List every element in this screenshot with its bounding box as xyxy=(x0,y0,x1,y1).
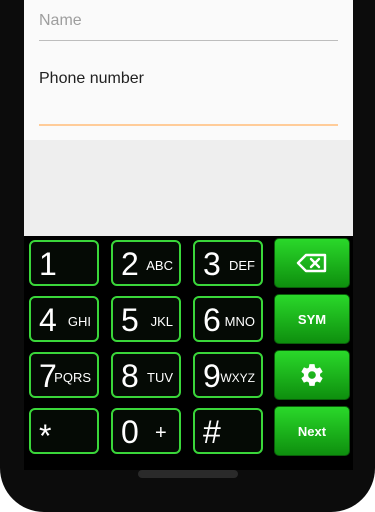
name-field[interactable] xyxy=(39,12,338,41)
key-1[interactable]: 1 xyxy=(29,240,99,286)
key-letters: PQRS xyxy=(54,370,91,385)
settings-button[interactable] xyxy=(274,350,350,400)
key-digit: 6 xyxy=(203,302,221,338)
key-letters: MNO xyxy=(224,314,255,329)
key-letters: TUV xyxy=(147,370,173,385)
key-6[interactable]: 6 MNO xyxy=(193,296,263,342)
screen: Phone number 1 2 ABC 3 DEF xyxy=(24,0,353,470)
phone-number-field[interactable] xyxy=(39,96,338,126)
key-digit: # xyxy=(203,414,221,450)
key-4[interactable]: 4 GHI xyxy=(29,296,99,342)
content-background xyxy=(24,140,353,236)
next-button[interactable]: Next xyxy=(274,406,350,456)
key-letters: WXYZ xyxy=(220,371,255,385)
key-digit: 3 xyxy=(203,246,221,282)
backspace-icon xyxy=(296,253,327,273)
next-label: Next xyxy=(297,423,327,439)
key-digit: 2 xyxy=(121,246,139,282)
key-digit: 4 xyxy=(39,302,57,338)
key-0[interactable]: 0 + xyxy=(111,408,181,454)
phone-number-label: Phone number xyxy=(39,70,144,87)
key-hash[interactable]: # xyxy=(193,408,263,454)
key-9[interactable]: 9 WXYZ xyxy=(193,352,263,398)
key-8[interactable]: 8 TUV xyxy=(111,352,181,398)
numeric-keyboard: 1 2 ABC 3 DEF 4 GHI 5 JKL 6 MNO SYM 7 PQ… xyxy=(24,236,353,470)
key-2[interactable]: 2 ABC xyxy=(111,240,181,286)
key-3[interactable]: 3 DEF xyxy=(193,240,263,286)
key-digit: 1 xyxy=(39,246,57,282)
contact-form: Phone number xyxy=(24,0,353,140)
sym-button[interactable]: SYM xyxy=(274,294,350,344)
key-star[interactable]: * xyxy=(29,408,99,454)
key-letters: JKL xyxy=(150,314,173,329)
name-input[interactable] xyxy=(39,12,338,30)
sym-label: SYM xyxy=(297,311,327,327)
phone-device: Phone number 1 2 ABC 3 DEF xyxy=(0,0,375,512)
key-letters: DEF xyxy=(229,258,255,273)
key-5[interactable]: 5 JKL xyxy=(111,296,181,342)
key-digit: 8 xyxy=(121,358,139,394)
phone-number-input[interactable] xyxy=(39,96,338,122)
backspace-button[interactable] xyxy=(274,238,350,288)
key-7[interactable]: 7 PQRS xyxy=(29,352,99,398)
gear-icon xyxy=(301,364,323,386)
key-digit: 5 xyxy=(121,302,139,338)
key-digit: * xyxy=(39,418,52,454)
key-letters: ABC xyxy=(146,258,173,273)
key-digit: 0 xyxy=(121,414,139,450)
home-indicator xyxy=(138,470,238,478)
key-letters: GHI xyxy=(67,314,91,329)
key-letters: + xyxy=(155,422,167,444)
key-digit: 9 xyxy=(203,358,221,394)
